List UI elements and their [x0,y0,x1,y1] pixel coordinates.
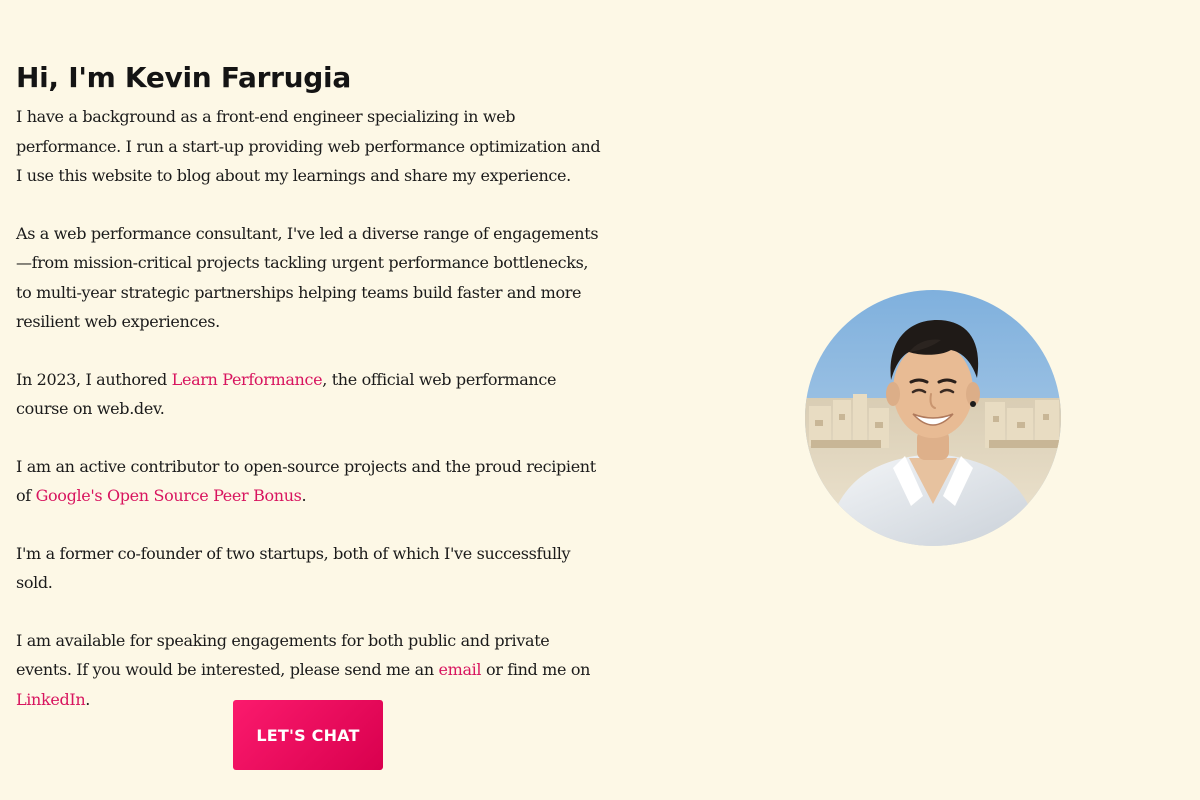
peer-bonus-link[interactable]: Google's Open Source Peer Bonus [36,486,302,505]
open-source-paragraph: I am an active contributor to open-sourc… [16,452,606,511]
consulting-text: As a web performance consultant, I've le… [16,223,599,332]
page-title: Hi, I'm Kevin Farrugia [16,61,351,94]
consulting-paragraph: As a web performance consultant, I've le… [16,219,606,337]
course-text-before: In 2023, I authored [16,369,172,389]
intro-section: Hi, I'm Kevin Farrugia I have a backgrou… [16,58,606,714]
learn-performance-link[interactable]: Learn Performance [172,370,323,389]
bio-paragraph: I have a background as a front-end engin… [16,102,606,191]
bio-text: I have a background as a front-end engin… [16,107,601,185]
speaking-text-after: . [85,689,91,709]
startups-text: I'm a former co-founder of two startups,… [16,543,571,593]
speaking-text-middle: or find me on [481,660,591,679]
course-paragraph: In 2023, I authored Learn Performance, t… [16,365,606,424]
startups-paragraph: I'm a former co-founder of two startups,… [16,539,606,598]
linkedin-link[interactable]: LinkedIn [16,690,86,709]
email-link[interactable]: email [439,660,482,679]
open-source-text-after: . [301,486,307,505]
profile-photo [805,290,1061,546]
lets-chat-button[interactable]: LET'S CHAT [233,700,383,770]
